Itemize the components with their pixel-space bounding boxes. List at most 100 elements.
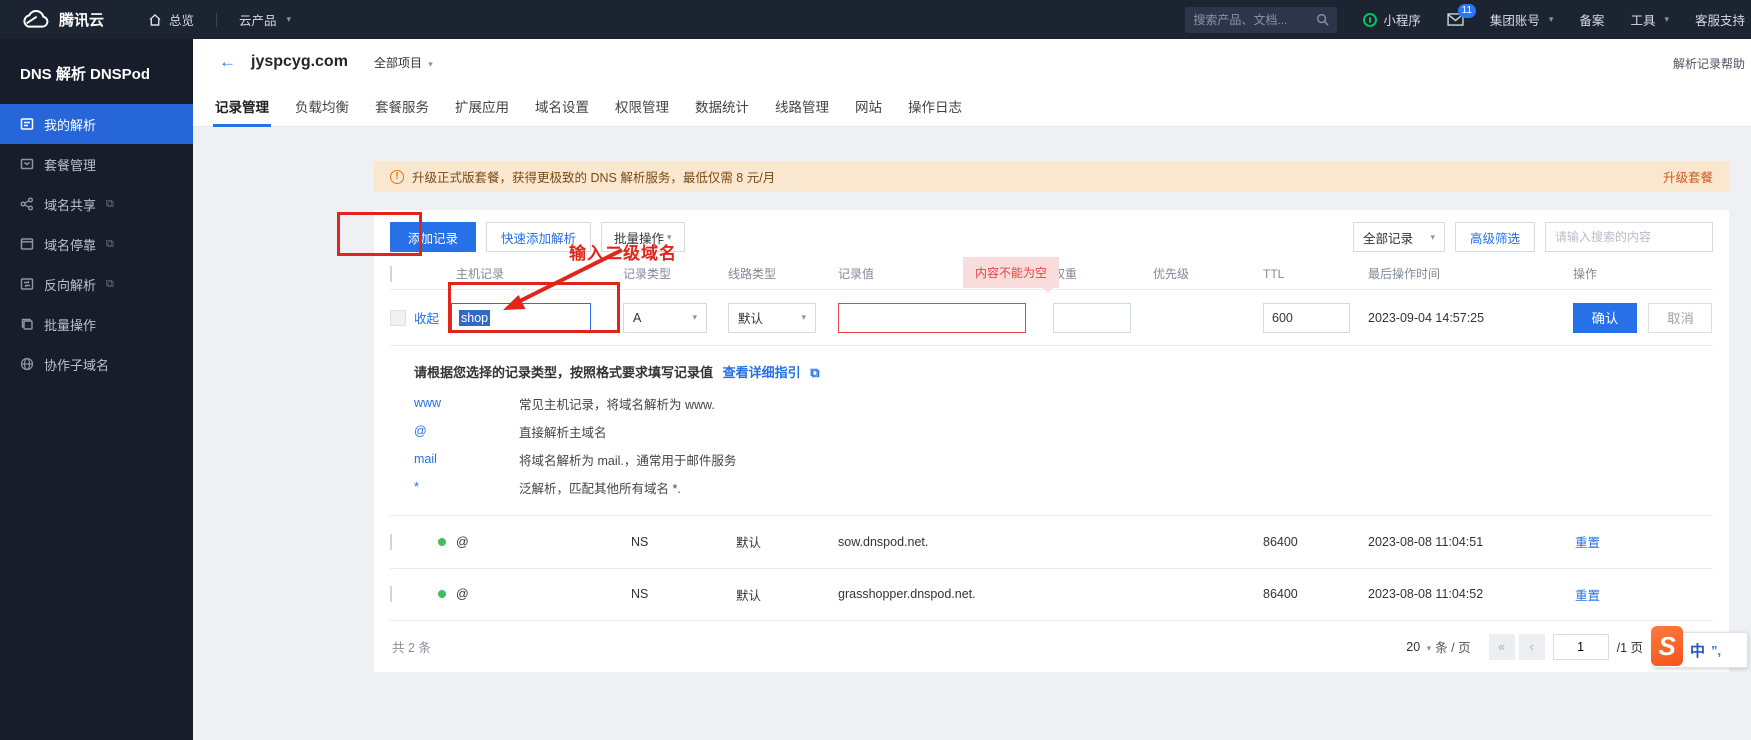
collapse-link[interactable]: 收起 [414, 308, 439, 327]
row-checkbox[interactable] [390, 586, 392, 602]
globe-icon [20, 357, 34, 371]
tab-bar: 记录管理 负载均衡 套餐服务 扩展应用 域名设置 权限管理 数据统计 线路管理 … [193, 85, 1751, 127]
help-term[interactable]: * [414, 480, 519, 494]
col-weight: 权重 [1053, 265, 1153, 282]
topbar-search[interactable]: 搜索产品、文档... [1185, 7, 1337, 33]
tencent-cloud-logo[interactable]: 腾讯云 [20, 9, 104, 30]
reset-link[interactable]: 重置 [1573, 536, 1600, 550]
help-title-text: 请根据您选择的记录类型，按照格式要求填写记录值 [414, 365, 713, 380]
tools-menu[interactable]: 工具 ▾ [1630, 10, 1669, 29]
tools-label: 工具 [1630, 10, 1655, 29]
tab-statistics[interactable]: 数据统计 [693, 85, 751, 127]
row-type: NS [623, 587, 728, 601]
tab-website[interactable]: 网站 [853, 85, 884, 127]
col-host: 主机记录 [438, 265, 623, 282]
sidebar-item-domain-parking[interactable]: 域名停靠 ⧉ [0, 224, 193, 264]
tab-operation-log[interactable]: 操作日志 [906, 85, 964, 127]
tab-record-management[interactable]: 记录管理 [213, 85, 271, 127]
row-value: grasshopper.dnspod.net. [838, 587, 1053, 601]
record-type-select[interactable]: A ▾ [623, 303, 707, 333]
project-filter-dropdown[interactable]: 全部项目 ▾ [374, 54, 433, 71]
prev-page-button[interactable]: ‹ [1519, 634, 1545, 660]
col-ttl: TTL [1263, 267, 1368, 281]
col-last-operated: 最后操作时间 [1368, 265, 1573, 282]
tab-extensions[interactable]: 扩展应用 [453, 85, 511, 127]
col-actions: 操作 [1573, 265, 1713, 282]
messages-menu[interactable]: 11 [1447, 13, 1464, 26]
help-term[interactable]: mail [414, 452, 519, 466]
tab-domain-settings[interactable]: 域名设置 [533, 85, 591, 127]
row-ttl: 86400 [1263, 587, 1368, 601]
reset-link[interactable]: 重置 [1573, 589, 1600, 603]
support-menu[interactable]: 客服支持 [1695, 10, 1745, 29]
ime-punctuation-icon[interactable]: ”, [1711, 643, 1721, 658]
help-term[interactable]: @ [414, 424, 519, 438]
upgrade-banner: ! 升级正式版套餐，获得更极致的 DNS 解析服务，最低仅需 8 元/月 升级套… [374, 161, 1729, 192]
sogou-logo-icon[interactable]: S [1651, 626, 1683, 666]
top-nav-bar: 腾讯云 总览 云产品 ▾ 搜索产品、文档... 小程序 11 集团账号 ▾ 备案… [0, 0, 1751, 39]
record-value-input[interactable] [838, 303, 1026, 333]
tab-line-management[interactable]: 线路管理 [773, 85, 831, 127]
external-link-icon: ⧉ [810, 365, 819, 380]
ime-toolbar[interactable]: S 中 ”, [1653, 632, 1748, 668]
browser-window-icon [20, 237, 34, 251]
detailed-guide-link[interactable]: 查看详细指引 [723, 365, 801, 380]
help-desc: 常见主机记录，将域名解析为 www. [519, 394, 715, 413]
help-item: * 泛解析，匹配其他所有域名 *. [414, 473, 1713, 501]
record-search-input[interactable] [1555, 230, 1710, 244]
row-checkbox[interactable] [390, 310, 406, 326]
row-checkbox[interactable] [390, 534, 392, 550]
help-item: @ 直接解析主域名 [414, 417, 1713, 445]
line-type-select[interactable]: 默认 ▾ [728, 303, 816, 333]
sidebar-item-domain-sharing[interactable]: 域名共享 ⧉ [0, 184, 193, 224]
sidebar-item-my-resolution[interactable]: 我的解析 [0, 104, 193, 144]
tab-package-service[interactable]: 套餐服务 [373, 85, 431, 127]
batch-operations-dropdown[interactable]: 批量操作 ▾ [601, 222, 685, 252]
host-record-input[interactable]: shop [451, 303, 591, 333]
upgrade-package-link[interactable]: 升级套餐 [1663, 167, 1713, 186]
group-account-menu[interactable]: 集团账号 ▾ [1490, 10, 1554, 29]
tab-load-balancing[interactable]: 负载均衡 [293, 85, 351, 127]
brand-name: 腾讯云 [59, 9, 104, 30]
select-all-checkbox[interactable] [390, 266, 392, 282]
sidebar-item-collaborative-subdomains[interactable]: 协作子域名 [0, 344, 193, 384]
sidebar-item-reverse-resolution[interactable]: 反向解析 ⧉ [0, 264, 193, 304]
table-row: @ NS 默认 sow.dnspod.net. 86400 2023-08-08… [390, 516, 1713, 568]
confirm-button[interactable]: 确认 [1573, 303, 1637, 333]
add-record-button[interactable]: 添加记录 [390, 222, 476, 252]
record-filter-dropdown[interactable]: 全部记录 ▾ [1353, 222, 1445, 252]
sidebar-item-package-management[interactable]: 套餐管理 [0, 144, 193, 184]
ttl-input[interactable] [1263, 303, 1350, 333]
host-record-value: shop [459, 310, 490, 326]
page-size-dropdown[interactable]: 20 ▾ [1406, 640, 1431, 654]
sidebar-item-batch-operations[interactable]: 批量操作 [0, 304, 193, 344]
cancel-button[interactable]: 取消 [1648, 303, 1712, 333]
copy-icon [20, 317, 34, 331]
weight-input[interactable] [1053, 303, 1131, 333]
beian-menu[interactable]: 备案 [1579, 10, 1604, 29]
tab-permissions[interactable]: 权限管理 [613, 85, 671, 127]
batch-operations-label: 批量操作 [614, 228, 664, 247]
records-card: 添加记录 快速添加解析 批量操作 ▾ 全部记录 ▾ 高级筛选 主机记录 [374, 210, 1729, 672]
chevron-down-icon: ▾ [692, 312, 697, 323]
col-priority: 优先级 [1153, 265, 1263, 282]
nav-cloud-products[interactable]: 云产品 ▾ [239, 10, 291, 29]
share-icon [20, 197, 34, 211]
record-help-link[interactable]: 解析记录帮助 [1673, 55, 1745, 72]
external-link-icon: ⧉ [106, 278, 114, 291]
sidebar-item-label: 协作子域名 [44, 355, 109, 374]
advanced-filter-button[interactable]: 高级筛选 [1455, 222, 1535, 252]
record-list-icon [20, 117, 34, 131]
back-arrow-icon[interactable]: ← [219, 52, 237, 72]
help-term[interactable]: www [414, 396, 519, 410]
chevron-down-icon: ▾ [667, 232, 672, 243]
miniprogram-menu[interactable]: 小程序 [1363, 10, 1421, 29]
nav-overview[interactable]: 总览 [148, 10, 194, 29]
first-page-button[interactable]: « [1489, 634, 1515, 660]
sidebar: DNS 解析 DNSPod 我的解析 套餐管理 域名共享 ⧉ 域名停靠 ⧉ 反向… [0, 39, 193, 740]
ime-language-mode[interactable]: 中 [1690, 640, 1705, 661]
banner-message: 升级正式版套餐，获得更极致的 DNS 解析服务，最低仅需 8 元/月 [412, 167, 775, 186]
page-number-input[interactable] [1553, 634, 1609, 660]
status-dot-icon [438, 590, 446, 598]
quick-add-button[interactable]: 快速添加解析 [486, 222, 591, 252]
